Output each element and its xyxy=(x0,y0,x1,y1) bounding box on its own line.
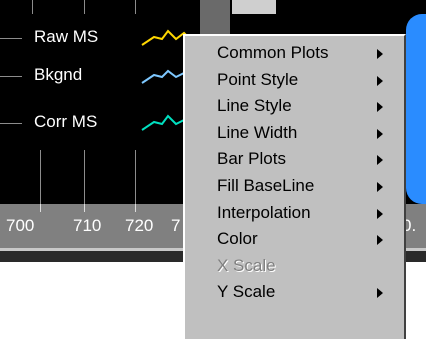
context-menu[interactable]: Common Plots Point Style Line Style Line… xyxy=(183,34,406,339)
menu-item-label: Interpolation xyxy=(217,202,311,222)
grid-tick xyxy=(135,0,136,14)
menu-item-label: Bar Plots xyxy=(217,149,286,169)
legend-item-bkgnd[interactable]: Bkgnd xyxy=(0,63,210,87)
menu-item-label: Y Scale xyxy=(217,282,276,302)
submenu-arrow-icon xyxy=(377,75,383,86)
menu-item-line-style[interactable]: Line Style xyxy=(185,93,404,120)
menu-item-bar-plots[interactable]: Bar Plots xyxy=(185,146,404,173)
legend-item-raw-ms[interactable]: Raw MS xyxy=(0,25,210,49)
menu-item-label: Point Style xyxy=(217,69,299,89)
legend-leader-line xyxy=(0,38,22,39)
menu-item-y-scale[interactable]: Y Scale xyxy=(185,279,404,306)
menu-item-line-width[interactable]: Line Width xyxy=(185,120,404,147)
grid-tick xyxy=(84,150,85,204)
x-tick-label: 700 xyxy=(6,216,35,235)
grid-tick xyxy=(32,0,33,14)
menu-item-point-style[interactable]: Point Style xyxy=(185,67,404,94)
legend-label: Bkgnd xyxy=(34,65,83,84)
blue-plot-region xyxy=(406,14,426,204)
x-tick-label: 710 xyxy=(73,216,102,235)
grid-tick xyxy=(135,150,136,204)
menu-item-label: Color xyxy=(217,229,258,249)
menu-item-interpolation[interactable]: Interpolation xyxy=(185,200,404,227)
legend-leader-line xyxy=(0,123,22,124)
legend-item-corr-ms[interactable]: Corr MS xyxy=(0,110,210,134)
submenu-arrow-icon xyxy=(377,288,383,299)
menu-item-fill-baseline[interactable]: Fill BaseLine xyxy=(185,173,404,200)
menu-item-x-scale: X Scale xyxy=(185,253,404,280)
menu-item-label: X Scale xyxy=(217,255,276,275)
menu-item-common-plots[interactable]: Common Plots xyxy=(185,40,404,67)
submenu-arrow-icon xyxy=(377,235,383,246)
submenu-arrow-icon xyxy=(377,128,383,139)
menu-item-label: Line Width xyxy=(217,122,298,142)
grid-tick xyxy=(84,0,85,14)
axis-tick xyxy=(135,204,136,212)
x-tick-label-clipped: 7 xyxy=(171,216,181,235)
axis-tick xyxy=(40,204,41,212)
grid-tick xyxy=(40,150,41,204)
legend-label: Corr MS xyxy=(34,112,98,131)
submenu-arrow-icon xyxy=(377,155,383,166)
legend-leader-line xyxy=(0,76,22,77)
submenu-arrow-icon xyxy=(377,102,383,113)
x-tick-label: 720 xyxy=(125,216,154,235)
submenu-arrow-icon xyxy=(377,49,383,59)
menu-item-color[interactable]: Color xyxy=(185,226,404,253)
menu-item-label: Common Plots xyxy=(217,43,329,62)
legend-label: Raw MS xyxy=(34,27,99,46)
plot-top-label-area xyxy=(232,0,276,14)
menu-item-label: Line Style xyxy=(217,96,292,116)
submenu-arrow-icon xyxy=(377,181,383,192)
submenu-arrow-icon xyxy=(377,208,383,219)
axis-tick xyxy=(84,204,85,212)
menu-item-label: Fill BaseLine xyxy=(217,175,315,195)
